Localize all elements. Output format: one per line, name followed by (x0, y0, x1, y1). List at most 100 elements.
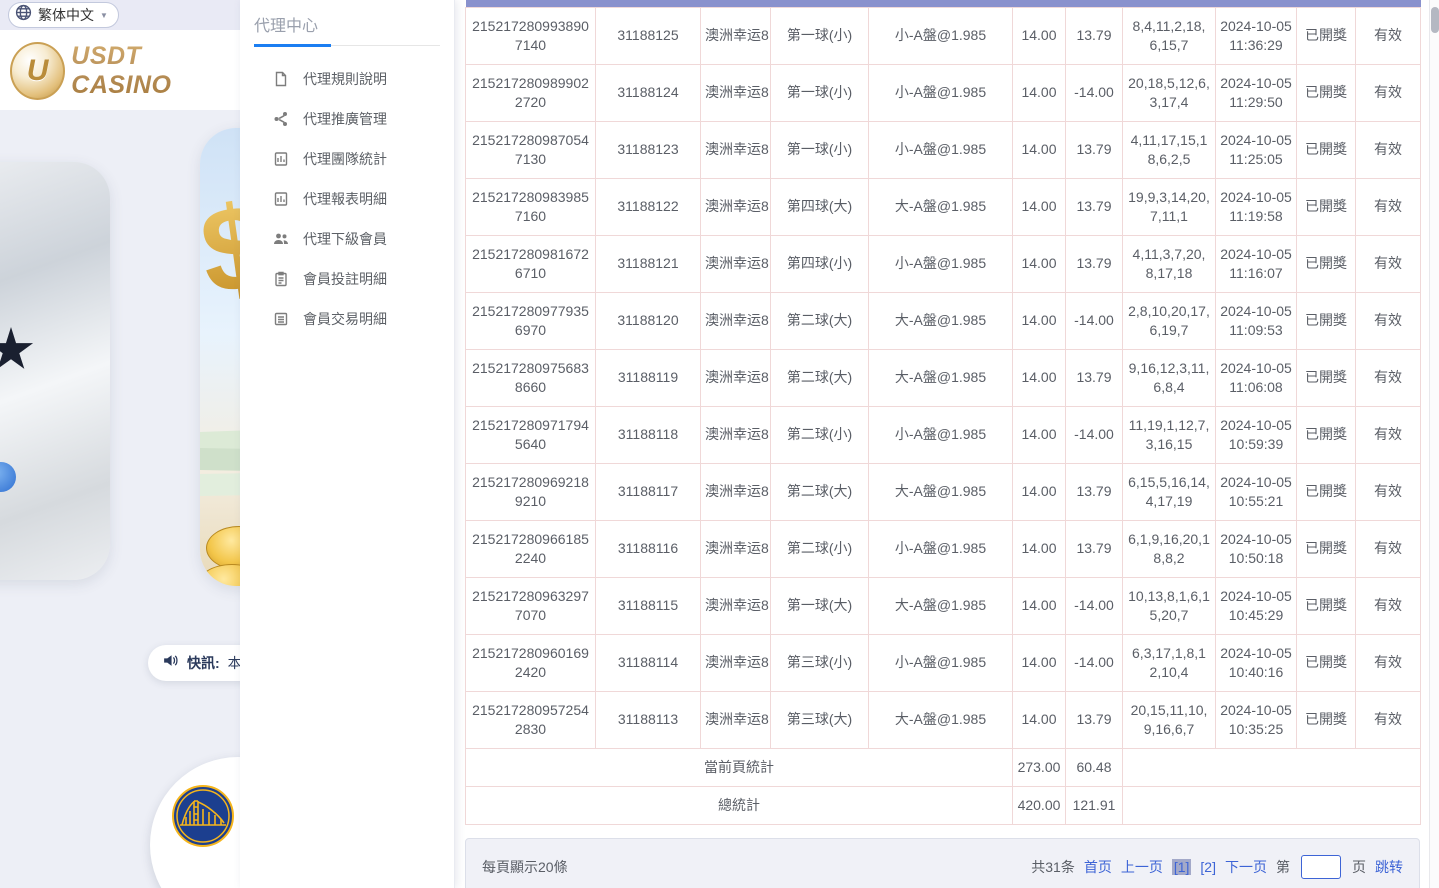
cell-draw-result: 10,13,8,1,6,15,20,7 (1123, 577, 1216, 634)
cell-game-name: 澳洲幸运8 (701, 64, 771, 121)
ticker-label: 快訊: (187, 653, 220, 673)
cell-bet-time: 2024-10-05 11:06:08 (1216, 349, 1297, 406)
cell-game-name: 澳洲幸运8 (701, 7, 771, 64)
cell-win-loss: 13.79 (1066, 178, 1123, 235)
cell-win-loss: 13.79 (1066, 520, 1123, 577)
cell-validity: 有效 (1356, 235, 1421, 292)
cell-draw-result: 6,15,5,16,14,4,17,19 (1123, 463, 1216, 520)
total-count-text: 共31条 (1031, 857, 1075, 877)
sidebar-menu-item[interactable]: 會員交易明細 (240, 299, 454, 339)
cell-bet-id: 31188121 (596, 235, 701, 292)
cell-draw-result: 19,9,3,14,20,7,11,1 (1123, 178, 1216, 235)
report-icon (273, 191, 289, 207)
cell-play-type: 第一球(小) (771, 7, 869, 64)
cell-status: 已開獎 (1297, 577, 1356, 634)
cell-bet-amount: 14.00 (1013, 64, 1066, 121)
cell-bet-amount: 14.00 (1013, 178, 1066, 235)
cell-bet-content: 小-A盤@1.985 (869, 64, 1013, 121)
cell-bet-id: 31188122 (596, 178, 701, 235)
cell-draw-result: 8,4,11,2,18,6,15,7 (1123, 7, 1216, 64)
page-scrollbar-thumb[interactable] (1431, 7, 1439, 33)
cell-bet-time: 2024-10-05 11:25:05 (1216, 121, 1297, 178)
cell-win-loss: -14.00 (1066, 64, 1123, 121)
sidebar-menu-item[interactable]: 代理規則說明 (240, 59, 454, 99)
cell-status: 已開獎 (1297, 520, 1356, 577)
sidebar-menu-item[interactable]: 代理下級會員 (240, 219, 454, 259)
cell-validity: 有效 (1356, 178, 1421, 235)
cell-bet-content: 小-A盤@1.985 (869, 121, 1013, 178)
cell-win-loss: -14.00 (1066, 406, 1123, 463)
cell-order-number: 2152172809899022720 (466, 64, 596, 121)
page-scrollbar-track[interactable] (1429, 0, 1439, 888)
current-page-amount: 273.00 (1013, 748, 1066, 786)
cell-order-number: 2152172809870547130 (466, 121, 596, 178)
cell-bet-id: 31188119 (596, 349, 701, 406)
cell-bet-id: 31188118 (596, 406, 701, 463)
cell-win-loss: 13.79 (1066, 7, 1123, 64)
total-amount: 420.00 (1013, 786, 1066, 824)
star-decoration (0, 327, 34, 373)
coin-logo-icon: U (10, 42, 65, 100)
cell-draw-result: 20,15,11,10,9,16,6,7 (1123, 691, 1216, 748)
cell-order-number: 2152172809632977070 (466, 577, 596, 634)
site-logo[interactable]: U USDT CASINO (10, 42, 240, 100)
cell-game-name: 澳洲幸运8 (701, 520, 771, 577)
cell-bet-id: 31188114 (596, 634, 701, 691)
cell-win-loss: 13.79 (1066, 691, 1123, 748)
sidebar-menu-item[interactable]: 代理團隊統計 (240, 139, 454, 179)
next-page-link[interactable]: 下一页 (1225, 857, 1267, 877)
cell-order-number: 2152172809717945640 (466, 406, 596, 463)
table-header-strip (466, 0, 1421, 7)
document-icon (273, 71, 289, 87)
table-row: 2152172809632977070 31188115 澳洲幸运8 第一球(大… (466, 577, 1421, 634)
cell-validity: 有效 (1356, 7, 1421, 64)
main-content: 2152172809938907140 31188125 澳洲幸运8 第一球(小… (455, 0, 1439, 888)
sidebar-title-underline (254, 44, 440, 47)
cell-order-number: 2152172809938907140 (466, 7, 596, 64)
cell-play-type: 第一球(大) (771, 577, 869, 634)
sidebar-menu: 代理規則說明 代理推廣管理 代理團隊統計 代理報表明細 代理下級會員 會員投註明… (240, 59, 454, 339)
table-row: 2152172809692189210 31188117 澳洲幸运8 第二球(大… (466, 463, 1421, 520)
cell-validity: 有效 (1356, 634, 1421, 691)
cell-bet-amount: 14.00 (1013, 349, 1066, 406)
cell-bet-time: 2024-10-05 11:36:29 (1216, 7, 1297, 64)
total-summary-row: 總統計 420.00 121.91 (466, 786, 1421, 824)
cell-play-type: 第一球(小) (771, 64, 869, 121)
cell-play-type: 第三球(小) (771, 634, 869, 691)
prev-page-link[interactable]: 上一页 (1121, 857, 1163, 877)
cell-bet-amount: 14.00 (1013, 691, 1066, 748)
jump-button[interactable]: 跳转 (1375, 857, 1403, 877)
cell-status: 已開獎 (1297, 691, 1356, 748)
per-page-text: 每頁顯示20條 (482, 857, 568, 877)
pager: 共31条 首页 上一页 [1] [2] 下一页 第 页 跳转 (1031, 855, 1403, 879)
table-row: 2152172809899022720 31188124 澳洲幸运8 第一球(小… (466, 64, 1421, 121)
cell-play-type: 第二球(大) (771, 292, 869, 349)
cell-play-type: 第二球(大) (771, 463, 869, 520)
current-page-winloss: 60.48 (1066, 748, 1123, 786)
share-icon (273, 111, 289, 127)
page-1-link[interactable]: [1] (1172, 859, 1192, 875)
language-selector[interactable]: 繁体中文 ▼ (8, 2, 119, 28)
cell-bet-content: 大-A盤@1.985 (869, 178, 1013, 235)
first-page-link[interactable]: 首页 (1084, 857, 1112, 877)
cell-bet-amount: 14.00 (1013, 577, 1066, 634)
cell-validity: 有效 (1356, 406, 1421, 463)
cell-game-name: 澳洲幸运8 (701, 634, 771, 691)
page-2-link[interactable]: [2] (1200, 859, 1216, 875)
jump-page-input[interactable] (1301, 855, 1341, 879)
cell-play-type: 第二球(大) (771, 349, 869, 406)
sidebar-menu-item[interactable]: 代理推廣管理 (240, 99, 454, 139)
cell-bet-amount: 14.00 (1013, 235, 1066, 292)
cell-bet-amount: 14.00 (1013, 406, 1066, 463)
cell-game-name: 澳洲幸运8 (701, 463, 771, 520)
cell-win-loss: -14.00 (1066, 292, 1123, 349)
agent-sidebar: 代理中心 代理規則說明 代理推廣管理 代理團隊統計 代理報表明細 代理下級會員 … (240, 0, 455, 888)
sidebar-menu-item[interactable]: 會員投註明細 (240, 259, 454, 299)
table-row: 2152172809756838660 31188119 澳洲幸运8 第二球(大… (466, 349, 1421, 406)
sidebar-menu-item[interactable]: 代理報表明細 (240, 179, 454, 219)
cell-game-name: 澳洲幸运8 (701, 691, 771, 748)
table-row: 2152172809816726710 31188121 澳洲幸运8 第四球(小… (466, 235, 1421, 292)
cell-play-type: 第一球(小) (771, 121, 869, 178)
cell-status: 已開獎 (1297, 349, 1356, 406)
cell-bet-content: 小-A盤@1.985 (869, 7, 1013, 64)
